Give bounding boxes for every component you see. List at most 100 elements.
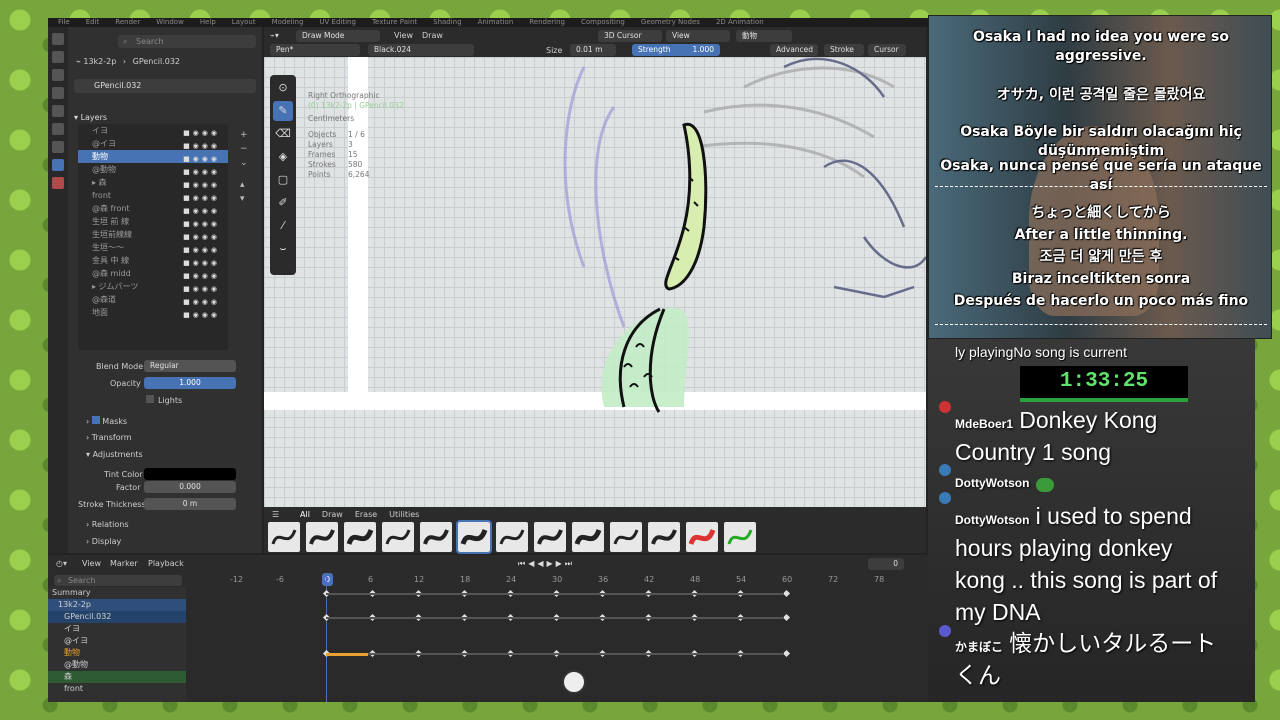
layer-item[interactable]: @森 midd ■◉◉◉ bbox=[78, 267, 228, 280]
keyframe[interactable] bbox=[782, 589, 791, 598]
menu-item[interactable]: Window bbox=[156, 18, 184, 26]
layer-item[interactable]: 生垣〜〜 ■◉◉◉ bbox=[78, 241, 228, 254]
view-select[interactable]: View bbox=[666, 30, 730, 42]
brush-tab[interactable]: Draw bbox=[322, 510, 343, 519]
layer-item[interactable]: 地面 ■◉◉◉ bbox=[78, 306, 228, 319]
relations-panel-header[interactable]: › Relations bbox=[86, 518, 129, 531]
view-menu[interactable]: View bbox=[394, 29, 413, 42]
channel-row[interactable]: front bbox=[48, 683, 186, 695]
factor-field[interactable]: 0.000 bbox=[144, 481, 236, 493]
brush-thumbnail-icon[interactable] bbox=[306, 522, 338, 552]
fill-tool-icon[interactable]: ◈ bbox=[273, 147, 293, 167]
stroke-dropdown[interactable]: Stroke bbox=[824, 44, 864, 56]
output-tab-icon[interactable] bbox=[52, 69, 64, 81]
draw-tool-icon[interactable]: ✎ bbox=[273, 101, 293, 121]
layers-panel-header[interactable]: ▾ Layers bbox=[74, 111, 107, 124]
cursor-dropdown[interactable]: Cursor bbox=[868, 44, 906, 56]
tint-color-swatch[interactable] bbox=[144, 468, 236, 480]
lights-checkbox[interactable]: Lights bbox=[146, 394, 182, 407]
brush-thumbnail-icon[interactable] bbox=[724, 522, 756, 552]
menu-item[interactable]: Shading bbox=[433, 18, 461, 26]
cursor-select[interactable]: 3D Cursor bbox=[598, 30, 662, 42]
layer-item[interactable]: 金具 中 線 ■◉◉◉ bbox=[78, 254, 228, 267]
channel-row[interactable]: 動物 bbox=[48, 647, 186, 659]
brush-thumbnail-icon[interactable] bbox=[496, 522, 528, 552]
material-select[interactable]: Black.024 bbox=[368, 44, 474, 56]
erase-tool-icon[interactable]: ⌫ bbox=[273, 124, 293, 144]
layer-item[interactable]: @森 front ■◉◉◉ bbox=[78, 202, 228, 215]
brush-thumbnail-icon[interactable] bbox=[344, 522, 376, 552]
move-down-icon[interactable]: ▾ bbox=[240, 192, 254, 206]
advanced-dropdown[interactable]: Advanced bbox=[770, 44, 818, 56]
scene-tab-icon[interactable] bbox=[52, 87, 64, 99]
modifier-tab-icon[interactable] bbox=[52, 141, 64, 153]
frame-ruler[interactable]: -12 -6 0 6 12 18 24 30 36 42 48 54 60 72 78 bbox=[186, 573, 928, 586]
menu-item[interactable]: Texture Paint bbox=[372, 18, 417, 26]
brush-select[interactable]: Pen* bbox=[270, 44, 360, 56]
brush-thumbnail-icon[interactable] bbox=[420, 522, 452, 552]
menu-icon[interactable]: ☰ bbox=[272, 508, 279, 521]
brush-thumbnail-icon[interactable] bbox=[686, 522, 718, 552]
channel-row[interactable]: Summary bbox=[48, 587, 186, 599]
draw-menu[interactable]: Draw bbox=[422, 29, 443, 42]
menu-chevron-icon[interactable]: ⌄ bbox=[240, 156, 254, 170]
layer-item[interactable]: front ■◉◉◉ bbox=[78, 189, 228, 202]
data-block-field[interactable]: GPencil.032 bbox=[74, 79, 256, 93]
channel-row[interactable]: 森 bbox=[48, 671, 186, 683]
layer-visibility-icons[interactable]: ■◉◉◉ bbox=[183, 309, 220, 322]
menu-item[interactable]: Layout bbox=[232, 18, 256, 26]
channel-row[interactable]: GPencil.032 bbox=[48, 611, 186, 623]
select-tool-icon[interactable]: ⊙ bbox=[273, 78, 293, 98]
menu-item[interactable]: Animation bbox=[478, 18, 514, 26]
channel-row[interactable]: @イヨ bbox=[48, 635, 186, 647]
blend-mode-select[interactable]: Regular bbox=[144, 360, 236, 372]
move-up-icon[interactable]: ▴ bbox=[240, 178, 254, 192]
layer-item[interactable]: 生垣 前 線 ■◉◉◉ bbox=[78, 215, 228, 228]
brush-tab[interactable]: All bbox=[300, 510, 310, 519]
keyframe[interactable] bbox=[782, 613, 791, 622]
layer-item[interactable]: @動物 ■◉◉◉ bbox=[78, 163, 228, 176]
properties-search[interactable]: ⌕ Search bbox=[118, 35, 256, 48]
brush-thumbnail-icon[interactable] bbox=[456, 520, 492, 554]
size-field[interactable]: 0.01 m bbox=[570, 44, 616, 56]
menu-item[interactable]: Help bbox=[200, 18, 216, 26]
menu-item[interactable]: UV Editing bbox=[319, 18, 356, 26]
menu-item[interactable]: Rendering bbox=[529, 18, 565, 26]
channel-search[interactable]: ⌕ Search bbox=[54, 575, 182, 586]
layer-item[interactable]: ▸ ジムパーツ ■◉◉◉ bbox=[78, 280, 228, 293]
menu-item[interactable]: Edit bbox=[86, 18, 100, 26]
menu-item[interactable]: 2D Animation bbox=[716, 18, 764, 26]
channel-row[interactable]: 13k2-2p bbox=[48, 599, 186, 611]
keyframe-area[interactable] bbox=[186, 573, 928, 702]
brush-thumbnail-icon[interactable] bbox=[268, 522, 300, 552]
brush-thumbnail-icon[interactable] bbox=[534, 522, 566, 552]
layer-item[interactable]: @森道 ■◉◉◉ bbox=[78, 293, 228, 306]
layer-select[interactable]: 動物 bbox=[736, 30, 792, 42]
curve-tool-icon[interactable]: ⌣ bbox=[273, 239, 293, 259]
timeline-marker-menu[interactable]: Marker bbox=[110, 557, 138, 570]
timeline-playback-menu[interactable]: Playback bbox=[148, 557, 184, 570]
brush-thumbnail-icon[interactable] bbox=[610, 522, 642, 552]
layer-item[interactable]: 動物 ■◉◉◉ bbox=[78, 150, 228, 163]
box-tool-icon[interactable]: ▢ bbox=[273, 170, 293, 190]
viewport[interactable]: Right Orthographic (0) 13k2-2p | GPencil… bbox=[264, 27, 926, 507]
brush-thumbnail-icon[interactable] bbox=[572, 522, 604, 552]
eyedropper-tool-icon[interactable]: ⁄ bbox=[273, 216, 293, 236]
data-tab-icon[interactable] bbox=[52, 159, 64, 171]
layer-item[interactable]: 生垣前線線 ■◉◉◉ bbox=[78, 228, 228, 241]
transform-panel-header[interactable]: › Transform bbox=[86, 431, 132, 444]
remove-layer-icon[interactable]: − bbox=[240, 142, 254, 156]
layer-item[interactable]: イヨ ■◉◉◉ bbox=[78, 124, 228, 137]
menu-item[interactable]: File bbox=[58, 18, 70, 26]
adjustments-panel-header[interactable]: ▾ Adjustments bbox=[86, 448, 143, 461]
render-tab-icon[interactable] bbox=[52, 51, 64, 63]
material-tab-icon[interactable] bbox=[52, 177, 64, 189]
brush-tab[interactable]: Utilities bbox=[389, 510, 419, 519]
layer-item[interactable]: ▸ 森 ■◉◉◉ bbox=[78, 176, 228, 189]
masks-panel-header[interactable]: › Masks bbox=[86, 415, 127, 428]
opacity-field[interactable]: 1.000 bbox=[144, 377, 236, 389]
channel-row[interactable]: イヨ bbox=[48, 623, 186, 635]
brush-thumbnail-icon[interactable] bbox=[382, 522, 414, 552]
layer-item[interactable]: @イヨ ■◉◉◉ bbox=[78, 137, 228, 150]
object-tab-icon[interactable] bbox=[52, 123, 64, 135]
